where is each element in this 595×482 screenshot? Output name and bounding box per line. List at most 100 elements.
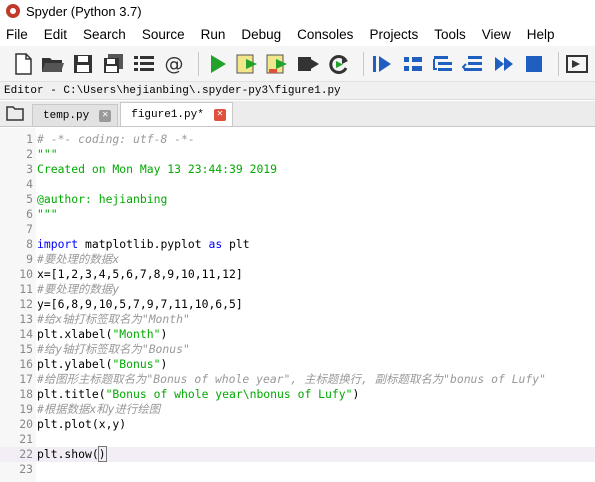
code-line[interactable]: 9 #要处理的数据x (0, 252, 595, 267)
line-number: 2 (26, 147, 33, 161)
code-token-keyword: import (37, 237, 79, 251)
save-all-icon[interactable] (101, 51, 126, 77)
line-number: 19 (19, 402, 33, 416)
maximize-icon[interactable] (565, 51, 590, 77)
code-text: #给y轴打标签取名为"Bonus" (37, 342, 190, 357)
code-line[interactable]: 11 #要处理的数据y (0, 282, 595, 297)
debug-icon[interactable] (370, 51, 395, 77)
menu-edit[interactable]: Edit (44, 27, 67, 42)
stop-icon[interactable] (521, 51, 546, 77)
continue-icon[interactable] (491, 51, 516, 77)
menu-source[interactable]: Source (142, 27, 185, 42)
line-number: 4 (26, 177, 33, 191)
menu-projects[interactable]: Projects (369, 27, 418, 42)
editor-path: Editor - C:\Users\hejianbing\.spyder-py3… (0, 82, 595, 100)
code-line[interactable]: 4 (0, 177, 595, 192)
menu-tools[interactable]: Tools (434, 27, 466, 42)
line-number: 3 (26, 162, 33, 176)
code-token-default: plt.xlabel( (37, 327, 113, 341)
step-icon[interactable] (400, 51, 425, 77)
step-into-icon[interactable] (430, 51, 455, 77)
code-token-comment: #给y轴打标签取名为"Bonus" (37, 342, 190, 356)
code-text: #要处理的数据y (37, 282, 119, 297)
code-token-string: "Bonus of whole year\nbonus of Lufy" (105, 387, 353, 401)
run-cell-icon[interactable] (235, 51, 260, 77)
code-line[interactable]: 22 plt.show() (0, 446, 595, 462)
code-line[interactable]: 21 (0, 432, 595, 447)
code-token-comment: #根据数据x和y进行绘图 (37, 402, 161, 416)
code-token-default: plt.title( (37, 387, 106, 401)
line-number: 5 (26, 192, 33, 206)
code-text: #给图形主标题取名为"Bonus of whole year", 主标题换行, … (37, 372, 546, 387)
line-number: 7 (26, 222, 33, 236)
menu-consoles[interactable]: Consoles (297, 27, 353, 42)
title-bar: Spyder (Python 3.7) (0, 0, 595, 22)
code-line[interactable]: 23 (0, 462, 595, 477)
menu-view[interactable]: View (482, 27, 511, 42)
code-token-default: matplotlib.pyplot (78, 237, 209, 251)
code-line[interactable]: 17 #给图形主标题取名为"Bonus of whole year", 主标题换行… (0, 372, 595, 387)
code-line[interactable]: 5 @author: hejianbing (0, 192, 595, 207)
code-line[interactable]: 13 #给x轴打标签取名为"Month" (0, 312, 595, 327)
close-icon[interactable]: ✕ (99, 109, 112, 122)
line-number: 11 (19, 282, 33, 296)
code-text: #根据数据x和y进行绘图 (37, 402, 160, 417)
code-editor[interactable]: 1 # -*- coding: utf-8 -*- 2 """ 3 Created on … (0, 128, 595, 482)
menu-help[interactable]: Help (527, 27, 555, 42)
code-line[interactable]: 2 """ (0, 147, 595, 162)
run-icon[interactable] (205, 51, 230, 77)
menu-file[interactable]: File (6, 27, 28, 42)
code-token-comment: # -*- coding: utf-8 -*- (37, 132, 195, 146)
line-number: 20 (19, 417, 33, 431)
window-title: Spyder (Python 3.7) (26, 3, 142, 19)
line-number: 21 (19, 432, 33, 446)
open-folder-icon[interactable] (40, 51, 65, 77)
tab-label: temp.py (43, 109, 90, 122)
code-line[interactable]: 10 x=[1,2,3,4,5,6,7,8,9,10,11,12] (0, 267, 595, 282)
browse-tabs-icon[interactable] (6, 105, 24, 121)
run-cell-advance-icon[interactable] (266, 51, 291, 77)
save-icon[interactable] (71, 51, 96, 77)
at-icon[interactable]: @ (162, 51, 187, 77)
code-token-string: Created on Mon May 13 23:44:39 2019 (37, 162, 278, 176)
menu-debug[interactable]: Debug (241, 27, 281, 42)
code-text: plt.show() (37, 446, 107, 462)
code-text: #要处理的数据x (37, 252, 119, 267)
code-line[interactable]: 16 plt.ylabel("Bonus") (0, 357, 595, 372)
code-token-default: plt (222, 237, 250, 251)
code-text: plt.xlabel("Month") (37, 327, 167, 342)
code-line[interactable]: 14 plt.xlabel("Month") (0, 327, 595, 342)
toolbar-separator (198, 51, 200, 76)
step-return-icon[interactable] (461, 51, 486, 77)
code-token-default: plt.plot(x,y) (37, 417, 127, 431)
menu-search[interactable]: Search (83, 27, 126, 42)
line-number: 17 (19, 372, 33, 386)
run-selection-icon[interactable] (296, 51, 321, 77)
code-line[interactable]: 3 Created on Mon May 13 23:44:39 2019 (0, 162, 595, 177)
close-icon[interactable]: ✕ (213, 108, 226, 121)
toolbar-separator (557, 51, 559, 76)
rerun-icon[interactable] (326, 51, 351, 77)
code-token-string: """ (37, 147, 58, 161)
menu-bar: File Edit Search Source Run Debug Consol… (0, 23, 595, 45)
tab-figure1-py[interactable]: figure1.py* ✕ (120, 102, 233, 126)
code-line[interactable]: 20 plt.plot(x,y) (0, 417, 595, 432)
code-text: """ (37, 147, 58, 162)
list-icon[interactable] (131, 51, 156, 77)
code-line[interactable]: 19 #根据数据x和y进行绘图 (0, 402, 595, 417)
code-line[interactable]: 15 #给y轴打标签取名为"Bonus" (0, 342, 595, 357)
code-line[interactable]: 18 plt.title("Bonus of whole year\nbonus … (0, 387, 595, 402)
code-line[interactable]: 8 import matplotlib.pyplot as plt (0, 237, 595, 252)
line-number: 13 (19, 312, 33, 326)
code-line[interactable]: 6 """ (0, 207, 595, 222)
editor-tabbar: temp.py ✕ figure1.py* ✕ (0, 101, 595, 127)
code-line[interactable]: 7 (0, 222, 595, 237)
code-line[interactable]: 1 # -*- coding: utf-8 -*- (0, 132, 595, 147)
toolbar-separator (362, 51, 364, 76)
line-number: 18 (19, 387, 33, 401)
code-line[interactable]: 12 y=[6,8,9,10,5,7,9,7,11,10,6,5] (0, 297, 595, 312)
new-file-icon[interactable] (10, 51, 35, 77)
code-token-default: y=[6,8,9,10,5,7,9,7,11,10,6,5] (37, 297, 243, 311)
menu-run[interactable]: Run (201, 27, 226, 42)
tab-temp-py[interactable]: temp.py ✕ (32, 104, 119, 126)
